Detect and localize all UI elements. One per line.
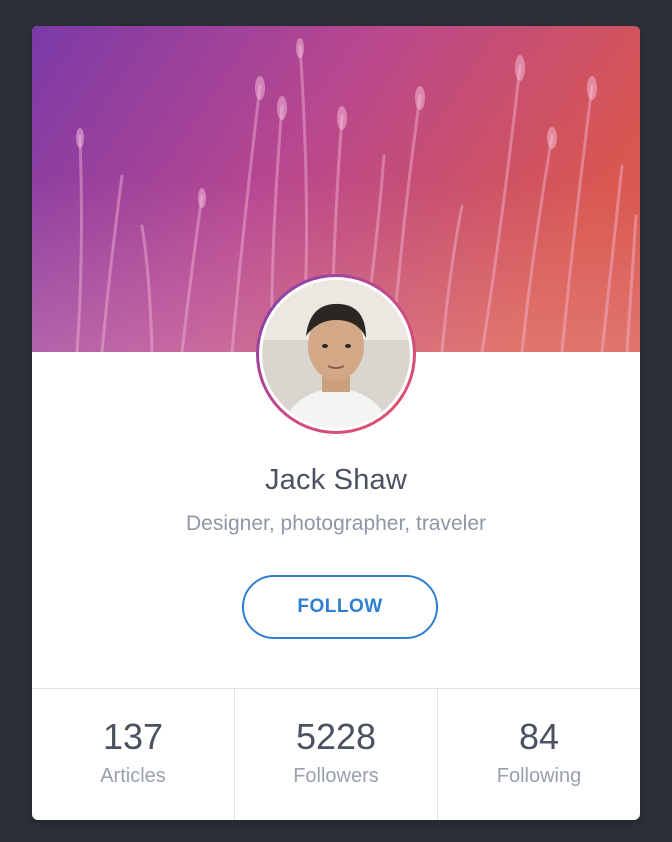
stat-articles-label: Articles: [100, 765, 166, 787]
profile-name: Jack Shaw: [264, 464, 408, 496]
stat-followers[interactable]: 5228 Followers: [234, 689, 437, 820]
follow-button[interactable]: FOLLOW: [242, 575, 438, 639]
stat-articles[interactable]: 137 Articles: [32, 689, 234, 820]
avatar[interactable]: [256, 274, 416, 434]
profile-bio: Designer, photographer, traveler: [185, 512, 487, 535]
profile-card: Jack Shaw Designer, photographer, travel…: [32, 26, 640, 820]
stat-followers-value: 5228: [295, 716, 377, 757]
stat-followers-label: Followers: [293, 765, 379, 787]
stat-following-label: Following: [496, 765, 582, 787]
stat-following-value: 84: [518, 716, 560, 757]
stat-following[interactable]: 84 Following: [437, 689, 640, 820]
avatar-photo: [259, 277, 413, 431]
stats-bar: 137 Articles 5228 Followers 84 Following: [32, 688, 640, 820]
stat-articles-value: 137: [102, 716, 164, 757]
